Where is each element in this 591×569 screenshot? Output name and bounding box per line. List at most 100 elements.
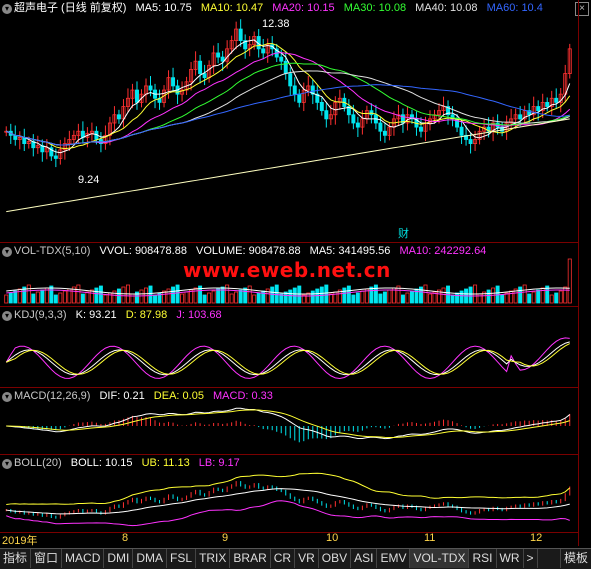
watermark-text: www.eweb.net.cn <box>183 258 391 282</box>
tab-fsl[interactable]: FSL <box>167 549 197 568</box>
candle-body <box>351 114 356 124</box>
tab-indicator[interactable]: 指标 <box>0 549 32 568</box>
tab-trix[interactable]: TRIX <box>196 549 231 568</box>
volume-bar <box>53 294 58 304</box>
volume-bar <box>522 284 527 304</box>
long-ma-line <box>6 118 570 213</box>
candle-body <box>238 28 243 41</box>
volume-bar <box>360 290 365 304</box>
candle-body <box>283 60 288 74</box>
volume-bar <box>220 286 225 304</box>
date-axis: 2019年 8 9 10 11 12 <box>0 532 578 547</box>
macd-panel: ▾ MACD(12,26,9) DIF: 0.21 DEA: 0.05 MACD:… <box>0 388 591 454</box>
boll-chart <box>5 472 571 527</box>
volume-bar <box>121 286 126 304</box>
volume-bar <box>409 290 414 304</box>
date-label: 9 <box>222 532 229 544</box>
indicator-tabbar: 指标 窗口 MACD DMI DMA FSL TRIX BRAR CR VR OBV ASI EMV VO… <box>0 548 591 569</box>
volume-bar <box>423 284 428 304</box>
volume-bar <box>234 291 239 304</box>
volume-bar <box>40 289 45 304</box>
tab-rsi[interactable]: RSI <box>469 549 497 568</box>
volume-bar <box>8 292 13 304</box>
volume-bar <box>175 284 180 304</box>
kdj-panel: ▾ KDJ(9,3,3) K: 93.21 D: 87.98 J: 103.68 <box>0 307 591 387</box>
tab-dmi[interactable]: DMI <box>104 549 134 568</box>
volume-bar <box>247 285 252 304</box>
tab-obv[interactable]: OBV <box>319 549 352 568</box>
volume-bar <box>94 287 99 304</box>
volume-bar <box>567 258 572 304</box>
volume-bar <box>26 284 31 304</box>
tab-cr[interactable]: CR <box>271 549 296 568</box>
volume-bar <box>180 293 185 304</box>
volume-bar <box>184 291 189 304</box>
volume-bar <box>229 293 234 304</box>
volume-bar <box>148 285 153 304</box>
volume-bar <box>85 291 90 304</box>
candle-body <box>216 52 221 58</box>
candle-body <box>459 126 464 136</box>
high-annotation: 12.38 <box>262 18 290 30</box>
volume-bar <box>211 290 216 304</box>
candle-body <box>536 106 541 112</box>
volume-bar <box>62 290 67 304</box>
volume-bar <box>405 292 410 304</box>
kdj-chart <box>5 337 570 379</box>
tab-macd[interactable]: MACD <box>62 549 105 568</box>
volume-bar <box>378 293 383 304</box>
date-label: 12 <box>530 532 543 544</box>
volume-bar <box>243 287 248 304</box>
volume-bar <box>536 289 541 304</box>
tab-scroll-right[interactable]: > <box>524 549 538 568</box>
volume-bar <box>76 284 81 304</box>
volume-bar <box>216 288 221 304</box>
volume-bar <box>373 284 378 304</box>
volume-bar <box>166 288 171 304</box>
tab-dma[interactable]: DMA <box>133 549 168 568</box>
volume-bar <box>153 294 157 304</box>
volume-bar <box>509 290 514 304</box>
tab-template[interactable]: 模板 <box>559 549 591 568</box>
tab-brar[interactable]: BRAR <box>230 549 271 568</box>
volume-bar <box>58 292 63 304</box>
volume-bar <box>346 285 351 304</box>
volume-bar <box>193 287 198 304</box>
candle-body <box>279 56 284 62</box>
volume-bar <box>400 294 405 304</box>
volume-bar <box>477 293 482 304</box>
candle-body <box>202 73 207 79</box>
volume-bar <box>35 291 40 304</box>
volume-bar <box>139 289 144 304</box>
volume-bar <box>252 294 257 304</box>
tab-vol-tdx[interactable]: VOL-TDX <box>410 549 470 568</box>
date-label: 10 <box>326 532 339 544</box>
candle-body <box>53 155 58 159</box>
volume-bar <box>468 286 473 304</box>
volume-bar <box>49 285 54 304</box>
tab-window[interactable]: 窗口 <box>31 549 63 568</box>
volume-bar <box>31 293 36 304</box>
date-label: 2019年 <box>2 535 38 547</box>
volume-bar <box>256 292 261 304</box>
tab-emv[interactable]: EMV <box>377 549 411 568</box>
volume-bar <box>527 293 532 304</box>
volume-bar <box>238 289 243 304</box>
volume-bar <box>382 291 387 304</box>
candle-body <box>288 73 293 87</box>
volume-bar <box>130 293 135 304</box>
volume-bar <box>103 294 108 304</box>
volume-bar <box>310 290 315 304</box>
macd-dif-line <box>6 407 571 440</box>
candle-body <box>116 114 121 120</box>
candle-body <box>378 122 383 132</box>
candle-body <box>324 110 329 120</box>
volume-bar <box>369 286 374 304</box>
tab-wr[interactable]: WR <box>497 549 524 568</box>
candle-body <box>135 89 139 103</box>
tab-asi[interactable]: ASI <box>351 549 378 568</box>
date-label: 8 <box>122 532 129 544</box>
tab-vr[interactable]: VR <box>295 549 319 568</box>
finance-marker: 财 <box>398 228 409 240</box>
volume-bar <box>500 294 505 304</box>
